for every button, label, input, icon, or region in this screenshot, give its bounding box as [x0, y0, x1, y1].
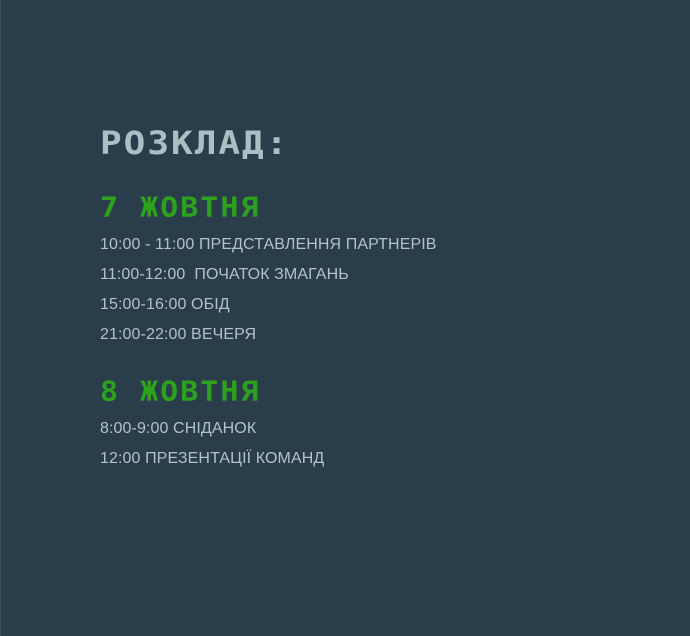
schedule-list-oct-8: 8:00-9:00 СНІДАНОК 12:00 ПРЕЗЕНТАЦІЇ КОМ… — [100, 414, 660, 474]
schedule-item: 11:00-12:00 ПОЧАТОК ЗМАГАНЬ — [100, 266, 349, 283]
schedule-item: 10:00 - 11:00 ПРЕДСТАВЛЕННЯ ПАРТНЕРІВ — [100, 236, 437, 253]
schedule-title: РОЗКЛАД: — [100, 125, 290, 162]
day-heading-oct-8: 8 ЖОВТНЯ — [100, 375, 261, 408]
schedule-item: 21:00-22:00 ВЕЧЕРЯ — [100, 326, 257, 343]
schedule-item: 12:00 ПРЕЗЕНТАЦІЇ КОМАНД — [100, 450, 325, 467]
day-heading-oct-7: 7 ЖОВТНЯ — [100, 191, 261, 224]
schedule-item: 15:00-16:00 ОБІД — [100, 296, 230, 313]
schedule-item: 8:00-9:00 СНІДАНОК — [100, 420, 257, 437]
schedule-panel: РОЗКЛАД: 7 ЖОВТНЯ 10:00 - 11:00 ПРЕДСТАВ… — [100, 118, 660, 474]
schedule-list-oct-7: 10:00 - 11:00 ПРЕДСТАВЛЕННЯ ПАРТНЕРІВ 11… — [100, 230, 660, 350]
